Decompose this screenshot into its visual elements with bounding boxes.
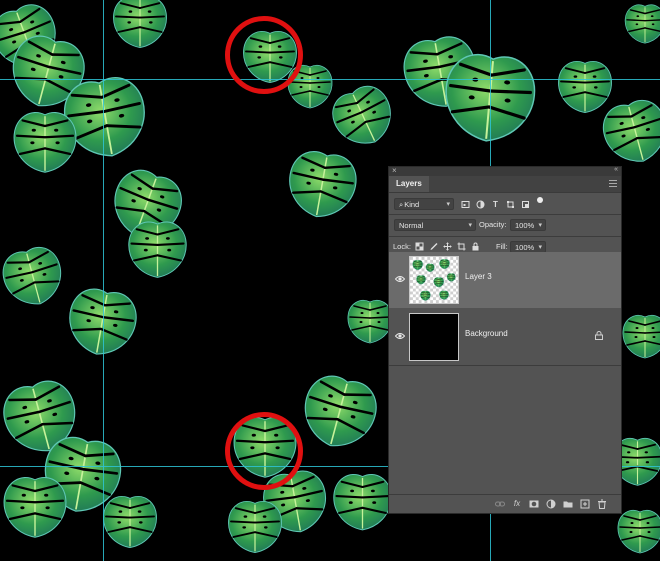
fx-icon[interactable]: fx (512, 499, 522, 509)
highlight-circle-bottom (225, 412, 303, 490)
filter-toggle-icon[interactable] (537, 197, 543, 203)
new-layer-icon[interactable] (580, 499, 590, 509)
panel-menu-icon[interactable] (609, 180, 617, 187)
opacity-field[interactable]: 100% ▾ (510, 219, 546, 231)
layer-name-background[interactable]: Background (465, 329, 508, 338)
guide-vertical-left (103, 0, 104, 561)
group-folder-icon[interactable] (563, 499, 573, 509)
filter-row: ⌕Kind ▾ T (389, 195, 621, 215)
tab-layers[interactable]: Layers (389, 176, 429, 192)
panel-title-bar: × « (389, 166, 621, 176)
layer-name-layer-3[interactable]: Layer 3 (465, 272, 492, 281)
layers-panel: × « Layers ⌕Kind ▾ T Normal ▾ Opacity: 1… (388, 166, 622, 514)
mask-icon[interactable] (529, 499, 539, 509)
filter-adjustment-icon[interactable] (476, 200, 485, 209)
filter-pixel-icon[interactable] (461, 200, 470, 209)
lock-position-icon[interactable] (443, 242, 452, 251)
filter-type-icon[interactable]: T (491, 200, 500, 209)
highlight-circle-top (225, 16, 303, 94)
filter-kind-value: Kind (404, 200, 420, 209)
lock-icon (595, 331, 603, 340)
trash-icon[interactable] (597, 499, 607, 509)
layer-row-layer-3[interactable]: Layer 3 (389, 252, 621, 308)
chevron-down-icon: ▾ (446, 201, 450, 208)
opacity-label: Opacity: (479, 220, 507, 229)
lock-all-icon[interactable] (471, 242, 480, 251)
layer-row-background[interactable]: Background (389, 309, 621, 365)
eye-icon[interactable] (395, 331, 405, 341)
panel-footer: fx (389, 494, 621, 513)
lock-artboard-icon[interactable] (457, 242, 466, 251)
adjustment-icon[interactable] (546, 499, 556, 509)
blend-mode-dropdown[interactable]: Normal ▾ (394, 219, 476, 231)
link-icon[interactable] (495, 499, 505, 509)
search-icon: ⌕ (399, 200, 404, 209)
chevron-down-icon: ▾ (538, 222, 542, 229)
blend-row: Normal ▾ Opacity: 100% ▾ (389, 215, 621, 235)
collapse-icon[interactable]: « (614, 166, 618, 173)
filter-kind-dropdown[interactable]: ⌕Kind ▾ (394, 198, 454, 210)
eye-icon[interactable] (395, 274, 405, 284)
fill-value: 100% (515, 243, 535, 252)
layer-thumbnail-background (409, 313, 459, 361)
guide-horizontal-top (0, 79, 660, 80)
opacity-value: 100% (515, 221, 535, 230)
blend-mode-value: Normal (399, 221, 424, 230)
lock-transparent-pixels-icon[interactable] (415, 242, 424, 251)
separator (389, 365, 621, 366)
filter-shape-icon[interactable] (506, 200, 515, 209)
layer-thumbnail-layer-3 (409, 256, 459, 304)
filter-smart-object-icon[interactable] (521, 200, 530, 209)
chevron-down-icon: ▾ (468, 222, 472, 229)
panel-tab-row: Layers (389, 176, 621, 193)
lock-image-pixels-icon[interactable] (429, 242, 438, 251)
close-icon[interactable]: × (392, 166, 397, 175)
